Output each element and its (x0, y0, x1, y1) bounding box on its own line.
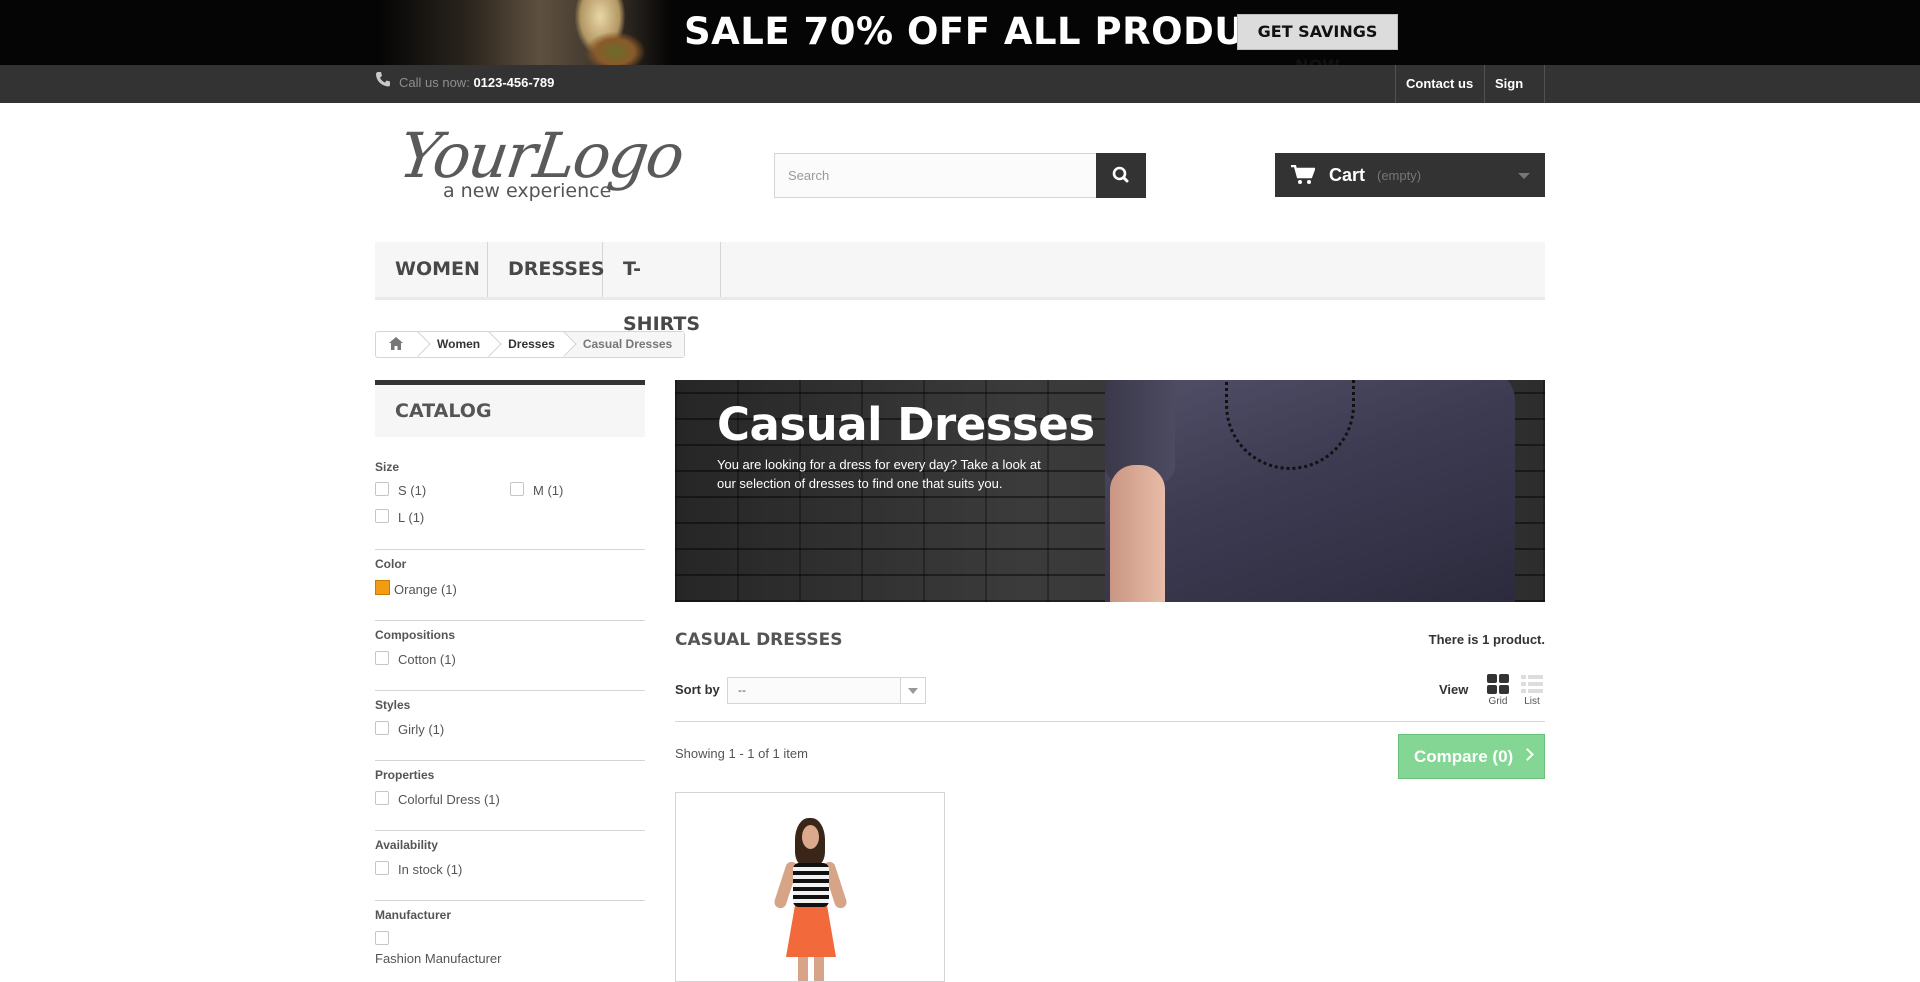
product-card[interactable] (675, 792, 945, 982)
view-label: View (1439, 682, 1469, 697)
divider (375, 690, 645, 691)
filter-size-m[interactable]: M (1) (533, 483, 563, 499)
view-grid-label: Grid (1488, 696, 1508, 707)
filter-size-m-checkbox[interactable] (510, 482, 524, 496)
breadcrumb-home[interactable] (376, 332, 419, 357)
search-button[interactable] (1096, 153, 1146, 198)
filter-size-s-checkbox[interactable] (375, 482, 389, 496)
category-description: You are looking for a dress for every da… (717, 457, 1041, 491)
chevron-down-icon (1518, 173, 1530, 179)
product-count-value: 1 (1482, 632, 1490, 647)
compare-label: Compare (0) (1414, 747, 1514, 766)
logo[interactable]: YourLogo a new experience (395, 119, 687, 210)
divider (375, 900, 645, 901)
filter-fashion-manufacturer[interactable]: Fashion Manufacturer (375, 951, 501, 967)
filter-in-stock-checkbox[interactable] (375, 861, 389, 875)
view-list-button[interactable]: List (1519, 673, 1545, 709)
breadcrumb-casual-dresses: Casual Dresses (564, 332, 685, 357)
filter-fashion-manufacturer-checkbox[interactable] (375, 931, 389, 945)
breadcrumb-dresses[interactable]: Dresses (490, 332, 565, 357)
home-icon (389, 337, 403, 350)
filter-size-l-checkbox[interactable] (375, 509, 389, 523)
category-model-image (1105, 380, 1515, 602)
menu-item-t-shirts[interactable]: T-SHIRTS (603, 242, 721, 335)
cart-label: Cart (1329, 165, 1366, 185)
filter-title-manufacturer: Manufacturer (375, 908, 452, 922)
filter-title-properties: Properties (375, 768, 435, 782)
filter-cotton[interactable]: Cotton (1) (398, 652, 456, 668)
filter-colorful-dress-checkbox[interactable] (375, 791, 389, 805)
promo-text: SALE 70% OFF ALL PRODUCTS (684, 10, 1326, 53)
get-savings-button[interactable]: GET SAVINGS NOW (1237, 14, 1398, 75)
phone-icon (376, 72, 390, 87)
view-list-label: List (1524, 696, 1540, 707)
showing-text: Showing 1 - 1 of 1 item (675, 746, 808, 761)
product-image (766, 818, 856, 981)
sort-select[interactable]: -- (727, 677, 926, 704)
sign-in-link[interactable]: Sign in (1484, 65, 1545, 129)
filter-title-availability: Availability (375, 838, 438, 852)
call-us-text: Call us now: 0123-456-789 (399, 76, 554, 90)
breadcrumb: Women Dresses Casual Dresses (375, 331, 686, 358)
breadcrumb-label: Dresses (508, 337, 555, 351)
breadcrumb-label: Women (437, 337, 481, 351)
menu-item-dresses[interactable]: DRESSES (488, 242, 605, 297)
product-count-prefix: There is (1428, 632, 1479, 647)
cart-icon (1291, 165, 1315, 184)
list-icon (1521, 675, 1543, 693)
chevron-down-icon (900, 678, 925, 703)
divider (375, 830, 645, 831)
divider (375, 760, 645, 761)
filter-color-orange[interactable]: Orange (1) (394, 582, 457, 598)
search-box (774, 153, 1146, 198)
call-us-label: Call us now: (399, 75, 470, 90)
listing-heading: CASUAL DRESSES (675, 630, 843, 650)
sort-label: Sort by (675, 682, 720, 697)
promo-model-image (380, 0, 670, 65)
filter-title-styles: Styles (375, 698, 411, 712)
compare-button[interactable]: Compare (0) (1398, 734, 1545, 779)
color-swatch-orange[interactable] (375, 580, 390, 595)
menu-item-women[interactable]: WOMEN (375, 242, 488, 297)
breadcrumb-label: Casual Dresses (582, 337, 673, 351)
main-menu: WOMEN DRESSES T-SHIRTS (375, 242, 1545, 335)
filter-in-stock[interactable]: In stock (1) (398, 862, 462, 878)
contact-us-link[interactable]: Contact us (1395, 65, 1484, 103)
divider (375, 620, 645, 621)
product-count: There is 1 product. (1429, 632, 1545, 647)
search-input[interactable] (775, 154, 1095, 197)
sort-value: -- (738, 683, 746, 697)
filter-title-color: Color (375, 557, 407, 571)
logo-tagline: a new experience (443, 180, 612, 202)
filter-colorful-dress[interactable]: Colorful Dress (1) (398, 792, 500, 808)
filter-size-l[interactable]: L (1) (398, 510, 424, 526)
filter-title-size: Size (375, 460, 400, 474)
promo-banner[interactable]: SALE 70% OFF ALL PRODUCTS GET SAVINGS NO… (0, 0, 1920, 75)
cart-button[interactable]: Cart (empty) (1275, 153, 1545, 197)
view-grid-button[interactable]: Grid (1485, 673, 1511, 709)
catalog-title: CATALOG (375, 380, 645, 437)
top-bar (0, 65, 1920, 103)
filter-girly-checkbox[interactable] (375, 721, 389, 735)
filter-title-compositions: Compositions (375, 628, 455, 642)
filter-girly[interactable]: Girly (1) (398, 722, 444, 738)
search-icon (1112, 166, 1129, 183)
category-title: Casual Dresses (717, 398, 1095, 451)
chevron-right-icon (1521, 748, 1534, 761)
grid-icon (1487, 674, 1509, 694)
divider (375, 549, 645, 550)
cart-status: (empty) (1377, 168, 1422, 183)
divider (675, 721, 1545, 722)
filter-cotton-checkbox[interactable] (375, 651, 389, 665)
phone-number: 0123-456-789 (473, 75, 555, 90)
filter-size-s[interactable]: S (1) (398, 483, 426, 499)
product-count-suffix: product. (1493, 632, 1545, 647)
